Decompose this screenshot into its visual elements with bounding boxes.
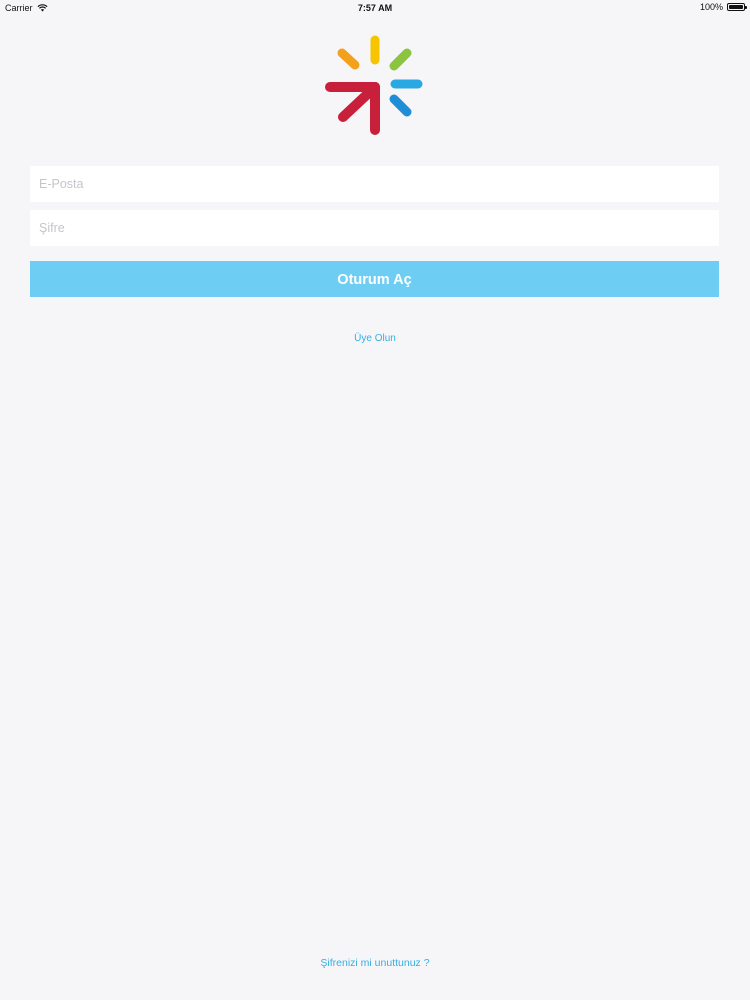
register-link[interactable]: Üye Olun xyxy=(0,333,750,344)
logo-ray-bottom-right xyxy=(389,94,412,117)
login-button[interactable]: Oturum Aç xyxy=(30,261,719,297)
forgot-password-link[interactable]: Şifrenizi mi unuttunuz ? xyxy=(0,957,750,969)
logo-arrow xyxy=(325,82,380,135)
password-field[interactable] xyxy=(30,210,719,246)
status-right: 100% xyxy=(699,2,747,12)
logo-ray-top-right xyxy=(389,48,412,71)
battery-icon xyxy=(727,3,747,11)
email-field[interactable] xyxy=(30,166,719,202)
battery-level xyxy=(729,5,743,9)
status-bar: Carrier 7:57 AM 100% xyxy=(0,0,750,16)
logo-icon xyxy=(325,35,423,135)
status-time: 7:57 AM xyxy=(357,3,393,13)
battery-percentage: 100% xyxy=(699,2,723,12)
logo-ray-top-left xyxy=(337,48,360,70)
